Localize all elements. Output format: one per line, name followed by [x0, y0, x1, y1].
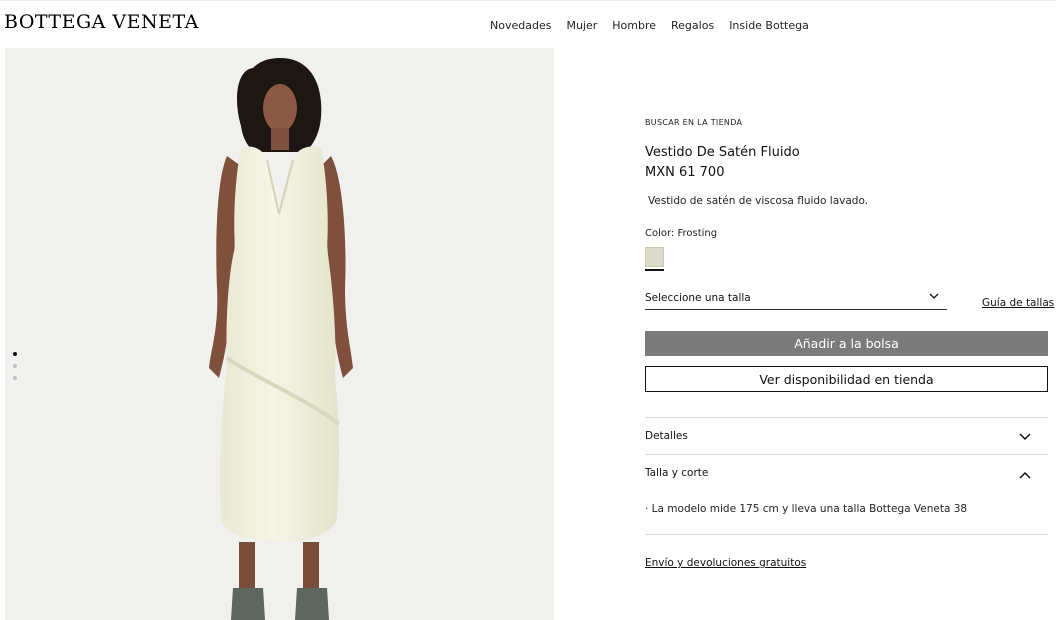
product-price: MXN 61 700 [645, 165, 725, 180]
divider [645, 534, 1048, 535]
size-select-label: Seleccione una talla [645, 292, 751, 304]
divider [645, 454, 1048, 455]
chevron-down-icon[interactable] [1018, 429, 1032, 443]
gallery-dot-3[interactable] [13, 376, 17, 380]
shipping-returns-link[interactable]: Envío y devoluciones gratuitos [645, 557, 806, 569]
product-description: Vestido de satén de viscosa fluido lavad… [648, 195, 869, 207]
nav-inside-bottega[interactable]: Inside Bottega [729, 19, 809, 32]
brand-logo[interactable]: BOTTEGA VENETA [4, 11, 199, 33]
chevron-up-icon[interactable] [1018, 467, 1032, 481]
top-border [0, 0, 1056, 1]
gallery-dot-2[interactable] [13, 364, 17, 368]
swatch-selected-indicator [645, 269, 664, 271]
color-label: Color: Frosting [645, 228, 718, 239]
accordion-details-title[interactable]: Detalles [645, 430, 688, 442]
store-availability-button[interactable]: Ver disponibilidad en tienda [645, 366, 1048, 392]
find-in-store-link[interactable]: BUSCAR EN LA TIENDA [645, 118, 742, 127]
divider [645, 417, 1048, 418]
nav-mujer[interactable]: Mujer [566, 19, 597, 32]
color-swatch-frosting[interactable] [645, 247, 664, 267]
size-select[interactable]: Seleccione una talla [645, 292, 947, 310]
add-to-bag-button[interactable]: Añadir a la bolsa [645, 331, 1048, 356]
model-wearing-dress-image [209, 58, 353, 620]
nav-regalos[interactable]: Regalos [671, 19, 714, 32]
nav-novedades[interactable]: Novedades [490, 19, 551, 32]
size-guide-link[interactable]: Guía de tallas [982, 297, 1054, 309]
chevron-down-icon [929, 291, 939, 304]
fit-details-text: · La modelo mide 175 cm y lleva una tall… [645, 503, 968, 515]
accordion-fit-title[interactable]: Talla y corte [645, 467, 708, 479]
gallery-dot-1[interactable] [13, 352, 17, 356]
product-title: Vestido De Satén Fluido [645, 145, 800, 160]
main-nav: Novedades Mujer Hombre Regalos Inside Bo… [490, 19, 824, 32]
product-image[interactable] [5, 48, 554, 620]
nav-hombre[interactable]: Hombre [612, 19, 656, 32]
gallery-pagination [13, 352, 17, 388]
